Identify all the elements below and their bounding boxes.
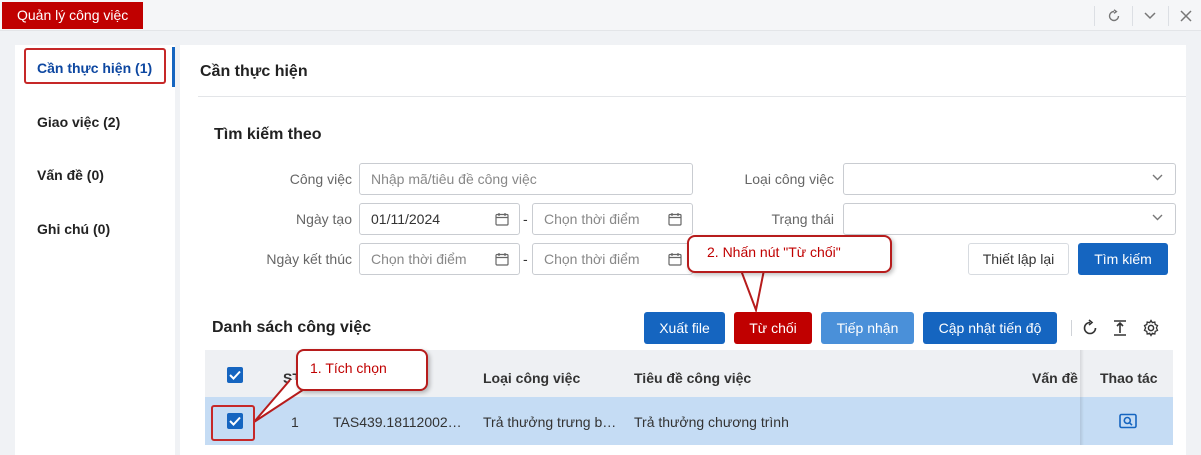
annotation-step1: 1. Tích chọn xyxy=(296,349,428,391)
sticky-header-cell: Thao tác xyxy=(1085,350,1173,397)
refresh-icon[interactable] xyxy=(1102,4,1126,28)
column-van-de[interactable]: Vấn đề xyxy=(1032,370,1080,386)
calendar-icon xyxy=(495,253,509,266)
ngay-tao-label: Ngày tạo xyxy=(295,211,352,227)
settings-icon[interactable] xyxy=(1141,318,1161,338)
active-indicator xyxy=(172,47,175,87)
column-thao-tac: Thao tác xyxy=(1100,370,1158,386)
check-icon xyxy=(229,370,241,380)
cong-viec-input[interactable]: Nhập mã/tiêu đề công việc xyxy=(359,163,693,195)
cell-loai: Trả thưởng trưng b… xyxy=(483,414,617,430)
ngay-ket-thuc-label: Ngày kết thúc xyxy=(266,251,352,267)
top-bar: Quản lý công việc xyxy=(0,0,1201,31)
table-row[interactable]: 1 TAS439.18112002… Trả thưởng trưng b… T… xyxy=(205,397,1173,445)
trang-thai-label: Trạng thái xyxy=(771,211,834,227)
sticky-shadow xyxy=(1080,397,1084,445)
update-progress-button[interactable]: Cập nhật tiến độ xyxy=(923,312,1057,344)
sticky-action-cell xyxy=(1085,397,1173,445)
annotation-step2: 2. Nhấn nút "Từ chối" xyxy=(687,235,892,273)
ngay-ket-thuc-from-placeholder: Chọn thời điểm xyxy=(371,251,467,267)
chevron-down-icon xyxy=(1152,174,1163,181)
range-separator: - xyxy=(523,251,528,267)
chevron-down-icon xyxy=(1152,214,1163,221)
sticky-shadow xyxy=(1080,350,1084,397)
annotation-step2-text: 2. Nhấn nút "Từ chối" xyxy=(707,244,841,260)
sidebar-item-van-de[interactable]: Vấn đề (0) xyxy=(37,167,104,183)
search-button[interactable]: Tìm kiếm xyxy=(1078,243,1168,275)
ngay-tao-to-placeholder: Chọn thời điểm xyxy=(544,211,640,227)
calendar-icon xyxy=(668,213,682,226)
annotation-highlight-sidebar xyxy=(24,48,166,84)
ngay-ket-thuc-to-placeholder: Chọn thời điểm xyxy=(544,251,640,267)
divider xyxy=(1071,320,1072,336)
column-tieu-de[interactable]: Tiêu đề công việc xyxy=(634,370,751,386)
reject-button[interactable]: Từ chối xyxy=(734,312,812,344)
cong-viec-label: Công việc xyxy=(289,171,352,187)
close-icon[interactable] xyxy=(1174,4,1198,28)
column-loai-cong-viec[interactable]: Loại công việc xyxy=(483,370,580,386)
cell-ma: TAS439.18112002… xyxy=(333,414,462,430)
calendar-icon xyxy=(495,213,509,226)
divider xyxy=(1132,6,1133,26)
main-panel: Cần thực hiện Tìm kiếm theo Công việc Nh… xyxy=(180,45,1186,455)
annotation-highlight-checkbox xyxy=(211,405,255,441)
app-tab[interactable]: Quản lý công việc xyxy=(2,2,144,29)
ngay-tao-from-value: 01/11/2024 xyxy=(371,211,441,227)
column-height-icon[interactable] xyxy=(1110,318,1130,338)
cell-tieu-de: Trả thưởng chương trình xyxy=(634,414,789,430)
loai-cong-viec-select[interactable] xyxy=(843,163,1176,195)
view-detail-icon[interactable] xyxy=(1119,413,1137,429)
page-title: Cần thực hiện xyxy=(200,63,308,80)
divider xyxy=(1094,6,1095,26)
reload-icon[interactable] xyxy=(1080,318,1100,338)
calendar-icon xyxy=(668,253,682,266)
sidebar-item-ghi-chu[interactable]: Ghi chú (0) xyxy=(37,221,110,237)
ngay-tao-to-input[interactable]: Chọn thời điểm xyxy=(532,203,693,235)
divider xyxy=(1168,6,1169,26)
reset-button[interactable]: Thiết lập lại xyxy=(968,243,1069,275)
sidebar-item-giao-viec[interactable]: Giao việc (2) xyxy=(37,114,120,130)
divider xyxy=(198,96,1186,97)
range-separator: - xyxy=(523,211,528,227)
sidebar: Cần thực hiện (1) Giao việc (2) Vấn đề (… xyxy=(15,45,175,455)
select-all-checkbox[interactable] xyxy=(227,367,243,383)
search-section-title: Tìm kiếm theo xyxy=(214,126,322,143)
chevron-down-icon[interactable] xyxy=(1138,4,1162,28)
trang-thai-select[interactable] xyxy=(843,203,1176,235)
ngay-ket-thuc-to-input[interactable]: Chọn thời điểm xyxy=(532,243,693,275)
export-button[interactable]: Xuất file xyxy=(644,312,725,344)
annotation-step1-text: 1. Tích chọn xyxy=(310,360,387,376)
ngay-tao-from-input[interactable]: 01/11/2024 xyxy=(359,203,520,235)
accept-button[interactable]: Tiếp nhận xyxy=(821,312,914,344)
ngay-ket-thuc-from-input[interactable]: Chọn thời điểm xyxy=(359,243,520,275)
list-title: Danh sách công việc xyxy=(212,319,372,336)
loai-cong-viec-label: Loại công việc xyxy=(744,171,834,187)
